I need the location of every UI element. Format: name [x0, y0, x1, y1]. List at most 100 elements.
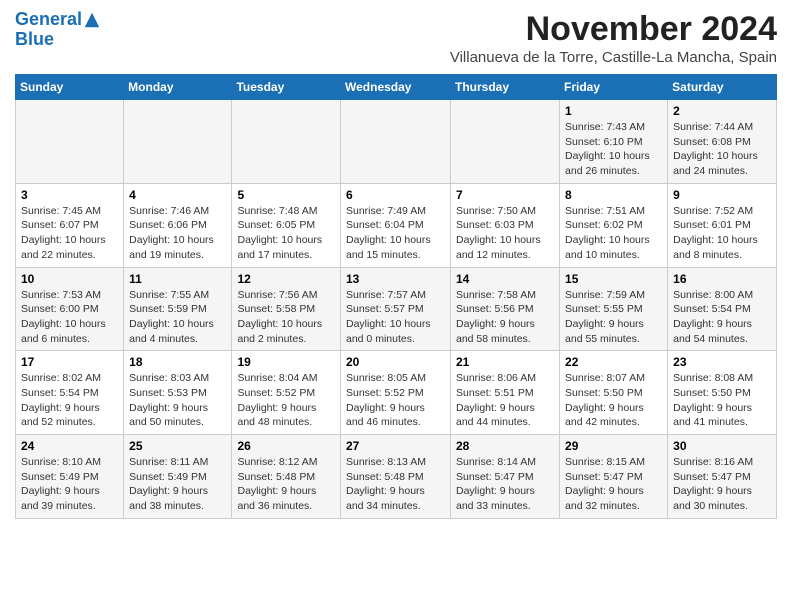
- day-number: 21: [456, 355, 554, 369]
- day-info: Sunrise: 8:02 AM Sunset: 5:54 PM Dayligh…: [21, 371, 118, 430]
- calendar-cell: 1 Sunrise: 7:43 AM Sunset: 6:10 PM Daylig…: [560, 100, 668, 184]
- calendar-week-row: 1 Sunrise: 7:43 AM Sunset: 6:10 PM Daylig…: [16, 100, 777, 184]
- calendar-cell: 20 Sunrise: 8:05 AM Sunset: 5:52 PM Dayli…: [341, 351, 451, 435]
- logo-general: General: [15, 10, 82, 30]
- calendar-cell: [124, 100, 232, 184]
- day-info: Sunrise: 7:48 AM Sunset: 6:05 PM Dayligh…: [237, 204, 335, 263]
- calendar-cell: 29 Sunrise: 8:15 AM Sunset: 5:47 PM Dayli…: [560, 435, 668, 519]
- day-info: Sunrise: 7:57 AM Sunset: 5:57 PM Dayligh…: [346, 288, 445, 347]
- calendar-cell: 13 Sunrise: 7:57 AM Sunset: 5:57 PM Dayli…: [341, 267, 451, 351]
- day-info: Sunrise: 7:56 AM Sunset: 5:58 PM Dayligh…: [237, 288, 335, 347]
- calendar-week-row: 24Sunrise: 8:10 AM Sunset: 5:49 PM Dayli…: [16, 435, 777, 519]
- day-number: 27: [346, 439, 445, 453]
- calendar-cell: 25 Sunrise: 8:11 AM Sunset: 5:49 PM Dayli…: [124, 435, 232, 519]
- weekday-header: Saturday: [668, 75, 777, 100]
- day-number: 2: [673, 104, 771, 118]
- day-info: Sunrise: 8:13 AM Sunset: 5:48 PM Dayligh…: [346, 455, 445, 514]
- weekday-header: Wednesday: [341, 75, 451, 100]
- calendar-cell: 12 Sunrise: 7:56 AM Sunset: 5:58 PM Dayli…: [232, 267, 341, 351]
- day-number: 28: [456, 439, 554, 453]
- day-number: 6: [346, 188, 445, 202]
- calendar-week-row: 17 Sunrise: 8:02 AM Sunset: 5:54 PM Dayli…: [16, 351, 777, 435]
- day-info: Sunrise: 8:10 AM Sunset: 5:49 PM Dayligh…: [21, 455, 118, 514]
- calendar-cell: [451, 100, 560, 184]
- day-info: Sunrise: 8:06 AM Sunset: 5:51 PM Dayligh…: [456, 371, 554, 430]
- day-number: 30: [673, 439, 771, 453]
- day-info: Sunrise: 8:07 AM Sunset: 5:50 PM Dayligh…: [565, 371, 662, 430]
- day-info: Sunrise: 7:50 AM Sunset: 6:03 PM Dayligh…: [456, 204, 554, 263]
- day-info: Sunrise: 8:11 AM Sunset: 5:49 PM Dayligh…: [129, 455, 226, 514]
- day-info: Sunrise: 8:08 AM Sunset: 5:50 PM Dayligh…: [673, 371, 771, 430]
- day-number: 20: [346, 355, 445, 369]
- day-number: 26: [237, 439, 335, 453]
- calendar-cell: 11 Sunrise: 7:55 AM Sunset: 5:59 PM Dayli…: [124, 267, 232, 351]
- calendar-cell: 18 Sunrise: 8:03 AM Sunset: 5:53 PM Dayli…: [124, 351, 232, 435]
- calendar-cell: 2 Sunrise: 7:44 AM Sunset: 6:08 PM Daylig…: [668, 100, 777, 184]
- day-number: 25: [129, 439, 226, 453]
- weekday-header-row: SundayMondayTuesdayWednesdayThursdayFrid…: [16, 75, 777, 100]
- day-info: Sunrise: 8:15 AM Sunset: 5:47 PM Dayligh…: [565, 455, 662, 514]
- calendar-cell: 4Sunrise: 7:46 AM Sunset: 6:06 PM Daylig…: [124, 183, 232, 267]
- day-info: Sunrise: 8:12 AM Sunset: 5:48 PM Dayligh…: [237, 455, 335, 514]
- day-number: 3: [21, 188, 118, 202]
- day-number: 9: [673, 188, 771, 202]
- calendar-cell: 19 Sunrise: 8:04 AM Sunset: 5:52 PM Dayli…: [232, 351, 341, 435]
- day-info: Sunrise: 7:55 AM Sunset: 5:59 PM Dayligh…: [129, 288, 226, 347]
- day-number: 10: [21, 272, 118, 286]
- calendar-cell: 30 Sunrise: 8:16 AM Sunset: 5:47 PM Dayli…: [668, 435, 777, 519]
- calendar-cell: 28 Sunrise: 8:14 AM Sunset: 5:47 PM Dayli…: [451, 435, 560, 519]
- calendar-cell: 5 Sunrise: 7:48 AM Sunset: 6:05 PM Daylig…: [232, 183, 341, 267]
- calendar-cell: [232, 100, 341, 184]
- calendar-cell: 10 Sunrise: 7:53 AM Sunset: 6:00 PM Dayli…: [16, 267, 124, 351]
- weekday-header: Friday: [560, 75, 668, 100]
- day-number: 12: [237, 272, 335, 286]
- day-info: Sunrise: 7:58 AM Sunset: 5:56 PM Dayligh…: [456, 288, 554, 347]
- day-info: Sunrise: 8:04 AM Sunset: 5:52 PM Dayligh…: [237, 371, 335, 430]
- day-info: Sunrise: 7:43 AM Sunset: 6:10 PM Dayligh…: [565, 120, 662, 179]
- day-number: 11: [129, 272, 226, 286]
- calendar-cell: 23 Sunrise: 8:08 AM Sunset: 5:50 PM Dayli…: [668, 351, 777, 435]
- calendar-table: SundayMondayTuesdayWednesdayThursdayFrid…: [15, 74, 777, 519]
- calendar-cell: 3 Sunrise: 7:45 AM Sunset: 6:07 PM Daylig…: [16, 183, 124, 267]
- weekday-header: Tuesday: [232, 75, 341, 100]
- calendar-cell: [341, 100, 451, 184]
- day-number: 19: [237, 355, 335, 369]
- day-number: 13: [346, 272, 445, 286]
- day-number: 18: [129, 355, 226, 369]
- day-number: 7: [456, 188, 554, 202]
- weekday-header: Thursday: [451, 75, 560, 100]
- day-number: 17: [21, 355, 118, 369]
- day-info: Sunrise: 8:16 AM Sunset: 5:47 PM Dayligh…: [673, 455, 771, 514]
- day-info: Sunrise: 8:03 AM Sunset: 5:53 PM Dayligh…: [129, 371, 226, 430]
- day-info: Sunrise: 8:14 AM Sunset: 5:47 PM Dayligh…: [456, 455, 554, 514]
- weekday-header: Sunday: [16, 75, 124, 100]
- day-number: 5: [237, 188, 335, 202]
- logo-blue: Blue: [15, 30, 101, 50]
- day-info: Sunrise: 8:05 AM Sunset: 5:52 PM Dayligh…: [346, 371, 445, 430]
- day-info: Sunrise: 8:00 AM Sunset: 5:54 PM Dayligh…: [673, 288, 771, 347]
- day-number: 29: [565, 439, 662, 453]
- day-info: Sunrise: 7:59 AM Sunset: 5:55 PM Dayligh…: [565, 288, 662, 347]
- day-number: 1: [565, 104, 662, 118]
- calendar-cell: 22 Sunrise: 8:07 AM Sunset: 5:50 PM Dayli…: [560, 351, 668, 435]
- day-info: Sunrise: 7:49 AM Sunset: 6:04 PM Dayligh…: [346, 204, 445, 263]
- day-info: Sunrise: 7:44 AM Sunset: 6:08 PM Dayligh…: [673, 120, 771, 179]
- month-title: November 2024: [450, 10, 777, 49]
- day-number: 23: [673, 355, 771, 369]
- day-number: 22: [565, 355, 662, 369]
- location-title: Villanueva de la Torre, Castille-La Manc…: [450, 49, 777, 66]
- day-info: Sunrise: 7:45 AM Sunset: 6:07 PM Dayligh…: [21, 204, 118, 263]
- calendar-week-row: 10 Sunrise: 7:53 AM Sunset: 6:00 PM Dayli…: [16, 267, 777, 351]
- day-number: 4: [129, 188, 226, 202]
- calendar-cell: [16, 100, 124, 184]
- weekday-header: Monday: [124, 75, 232, 100]
- calendar-cell: 8Sunrise: 7:51 AM Sunset: 6:02 PM Daylig…: [560, 183, 668, 267]
- day-info: Sunrise: 7:53 AM Sunset: 6:00 PM Dayligh…: [21, 288, 118, 347]
- calendar-cell: 26 Sunrise: 8:12 AM Sunset: 5:48 PM Dayli…: [232, 435, 341, 519]
- day-info: Sunrise: 7:51 AM Sunset: 6:02 PM Dayligh…: [565, 204, 662, 263]
- calendar-cell: 16Sunrise: 8:00 AM Sunset: 5:54 PM Dayli…: [668, 267, 777, 351]
- calendar-cell: 9Sunrise: 7:52 AM Sunset: 6:01 PM Daylig…: [668, 183, 777, 267]
- day-number: 14: [456, 272, 554, 286]
- calendar-cell: 7 Sunrise: 7:50 AM Sunset: 6:03 PM Daylig…: [451, 183, 560, 267]
- calendar-cell: 27 Sunrise: 8:13 AM Sunset: 5:48 PM Dayli…: [341, 435, 451, 519]
